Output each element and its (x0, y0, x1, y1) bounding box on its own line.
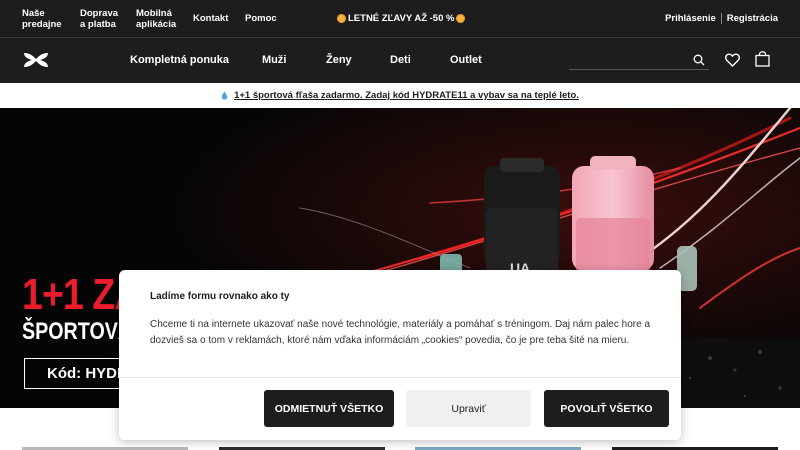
cookie-consent-dialog: Ladíme formu rovnako ako ty Chceme ti na… (119, 270, 681, 440)
sun-icon (456, 14, 466, 23)
announcement-text: 1+1 športová fľaša zadarmo. Zadaj kód HY… (234, 90, 579, 101)
contact-link[interactable]: Kontakt (193, 13, 228, 24)
cookie-title: Ladíme formu rovnako ako ty (150, 291, 290, 302)
divider (720, 13, 722, 24)
search-icon[interactable] (693, 54, 705, 66)
mobile-app-link[interactable]: Mobilná aplikácia (136, 8, 176, 30)
shipping-link[interactable]: Doprava a platba (80, 8, 118, 30)
announcement-bar[interactable]: 1+1 športová fľaša zadarmo. Zadaj kód HY… (0, 83, 800, 108)
stores-link[interactable]: Naše predajne (22, 8, 62, 30)
accept-all-button[interactable]: POVOLIŤ VŠETKO (544, 390, 669, 427)
customize-button[interactable]: Upraviť (406, 390, 531, 427)
nav-item-outlet[interactable]: Outlet (450, 54, 482, 66)
account-links: Prihlásenie Registrácia (665, 13, 778, 24)
main-navigation: Kompletná ponuka Muži Ženy Deti Outlet (0, 38, 800, 83)
nav-item-kids[interactable]: Deti (390, 54, 411, 66)
promo-text: LETNÉ ZĽAVY AŽ -50 % (348, 13, 455, 24)
heart-icon[interactable] (725, 53, 740, 67)
search-box (569, 52, 709, 70)
nav-item-women[interactable]: Ženy (326, 54, 352, 66)
nav-item-full-range[interactable]: Kompletná ponuka (130, 54, 229, 66)
login-link[interactable]: Prihlásenie (665, 13, 716, 24)
nav-item-men[interactable]: Muži (262, 54, 286, 66)
summer-sale-promo[interactable]: LETNÉ ZĽAVY AŽ -50 % (337, 13, 466, 24)
shopping-bag-icon[interactable] (755, 51, 770, 67)
sun-icon (337, 14, 346, 23)
help-link[interactable]: Pomoc (245, 13, 277, 24)
divider (119, 377, 681, 378)
water-drop-icon (221, 91, 228, 100)
register-link[interactable]: Registrácia (727, 13, 778, 24)
under-armour-logo[interactable] (22, 51, 50, 69)
search-input[interactable] (569, 52, 689, 69)
reject-all-button[interactable]: ODMIETNUŤ VŠETKO (264, 390, 394, 427)
cookie-description: Chceme ti na internete ukazovať naše nov… (150, 319, 651, 346)
utility-bar: Naše predajne Doprava a platba Mobilná a… (0, 0, 800, 37)
